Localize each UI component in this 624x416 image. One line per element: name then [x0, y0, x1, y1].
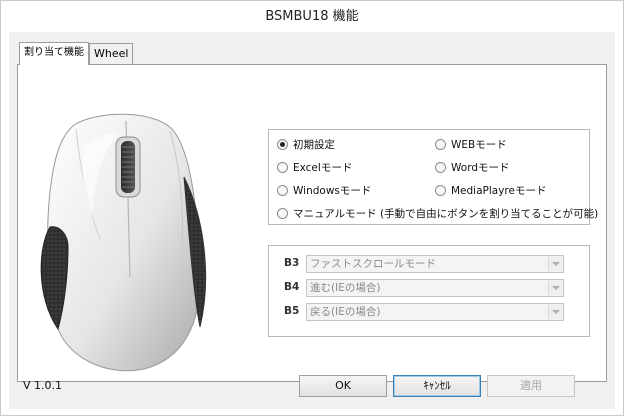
window-title: BSMBU18 機能	[2, 2, 622, 32]
b4-select[interactable]: 進む(IEの場合)	[306, 279, 564, 297]
mouse-product-image	[34, 107, 224, 377]
radio-icon	[435, 138, 446, 150]
radio-icon	[435, 184, 446, 196]
dialog-window: BSMBU18 機能 割り当て機能 Wheel 初期設定 WEBモード Exce…	[0, 0, 624, 416]
button-assign-groupbox: B3 ファストスクロールモード B4 進む(IEの場合) B5 戻る(IEの場合…	[268, 245, 590, 337]
radio-icon	[277, 161, 288, 173]
radio-default[interactable]: 初期設定	[277, 136, 335, 152]
radio-excel-mode[interactable]: Excelモード	[277, 159, 352, 175]
radio-icon	[277, 138, 288, 150]
radio-word-mode[interactable]: Wordモード	[435, 159, 510, 175]
b3-label: B3	[284, 257, 300, 269]
radio-icon	[277, 207, 288, 219]
radio-manual-mode[interactable]: マニュアルモード (手動で自由にボタンを割り当てることが可能)	[277, 205, 598, 221]
radio-mediaplayer-mode[interactable]: MediaPlayreモード	[435, 182, 546, 198]
b5-label: B5	[284, 305, 300, 317]
mode-groupbox: 初期設定 WEBモード Excelモード Wordモード Windowsモード	[268, 129, 598, 225]
tab-wheel[interactable]: Wheel	[89, 43, 134, 64]
radio-windows-mode[interactable]: Windowsモード	[277, 182, 371, 198]
cancel-button[interactable]: ｷｬﾝｾﾙ	[393, 375, 481, 397]
b5-select[interactable]: 戻る(IEの場合)	[306, 303, 564, 321]
dropdown-arrow-icon	[548, 281, 562, 295]
apply-button[interactable]: 適用	[487, 375, 575, 397]
radio-icon	[277, 184, 288, 196]
dropdown-arrow-icon	[548, 257, 562, 271]
tab-assign-function[interactable]: 割り当て機能	[19, 42, 89, 65]
radio-icon	[435, 161, 446, 173]
b4-label: B4	[284, 281, 300, 293]
b3-select[interactable]: ファストスクロールモード	[306, 255, 564, 273]
ok-button[interactable]: OK	[299, 375, 387, 397]
version-label: V 1.0.1	[23, 379, 63, 392]
dialog-client-area: 割り当て機能 Wheel 初期設定 WEBモード Excelモード Wordモー…	[9, 32, 615, 409]
tab-panel: 初期設定 WEBモード Excelモード Wordモード Windowsモード	[17, 64, 607, 382]
radio-web-mode[interactable]: WEBモード	[435, 136, 507, 152]
dropdown-arrow-icon	[548, 305, 562, 319]
